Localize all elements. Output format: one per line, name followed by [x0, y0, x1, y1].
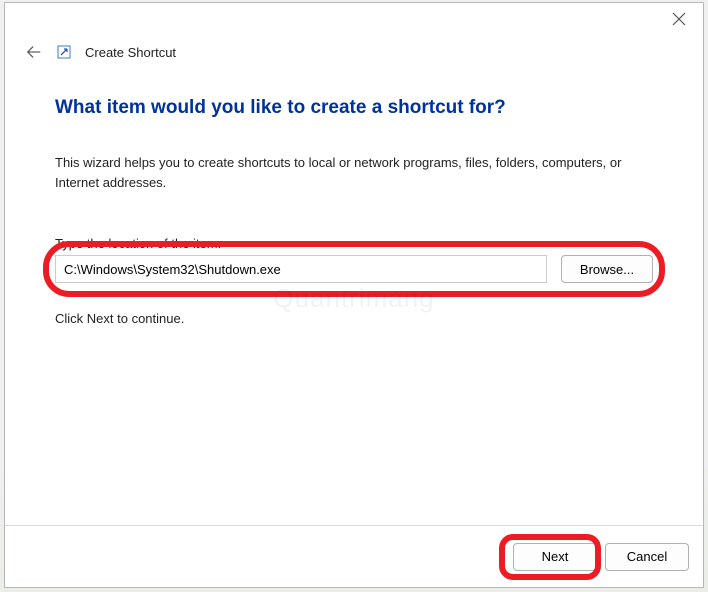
- browse-button[interactable]: Browse...: [561, 255, 653, 283]
- location-input-row: Browse...: [55, 255, 653, 283]
- shortcut-file-icon: [57, 45, 71, 59]
- page-heading: What item would you like to create a sho…: [55, 97, 653, 119]
- header-row: Create Shortcut: [5, 41, 703, 71]
- next-button[interactable]: Next: [513, 543, 597, 571]
- location-input[interactable]: [55, 255, 547, 283]
- continue-instruction: Click Next to continue.: [55, 311, 653, 326]
- content-area: What item would you like to create a sho…: [5, 71, 703, 525]
- dialog-title: Create Shortcut: [85, 45, 176, 60]
- description-text: This wizard helps you to create shortcut…: [55, 153, 653, 192]
- cancel-button[interactable]: Cancel: [605, 543, 689, 571]
- titlebar: [5, 3, 703, 41]
- dialog-window: Create Shortcut What item would you like…: [4, 2, 704, 588]
- back-arrow-icon[interactable]: [25, 43, 43, 61]
- dialog-footer: Next Cancel: [5, 525, 703, 587]
- location-label: Type the location of the item:: [55, 236, 653, 251]
- close-icon[interactable]: [671, 11, 689, 29]
